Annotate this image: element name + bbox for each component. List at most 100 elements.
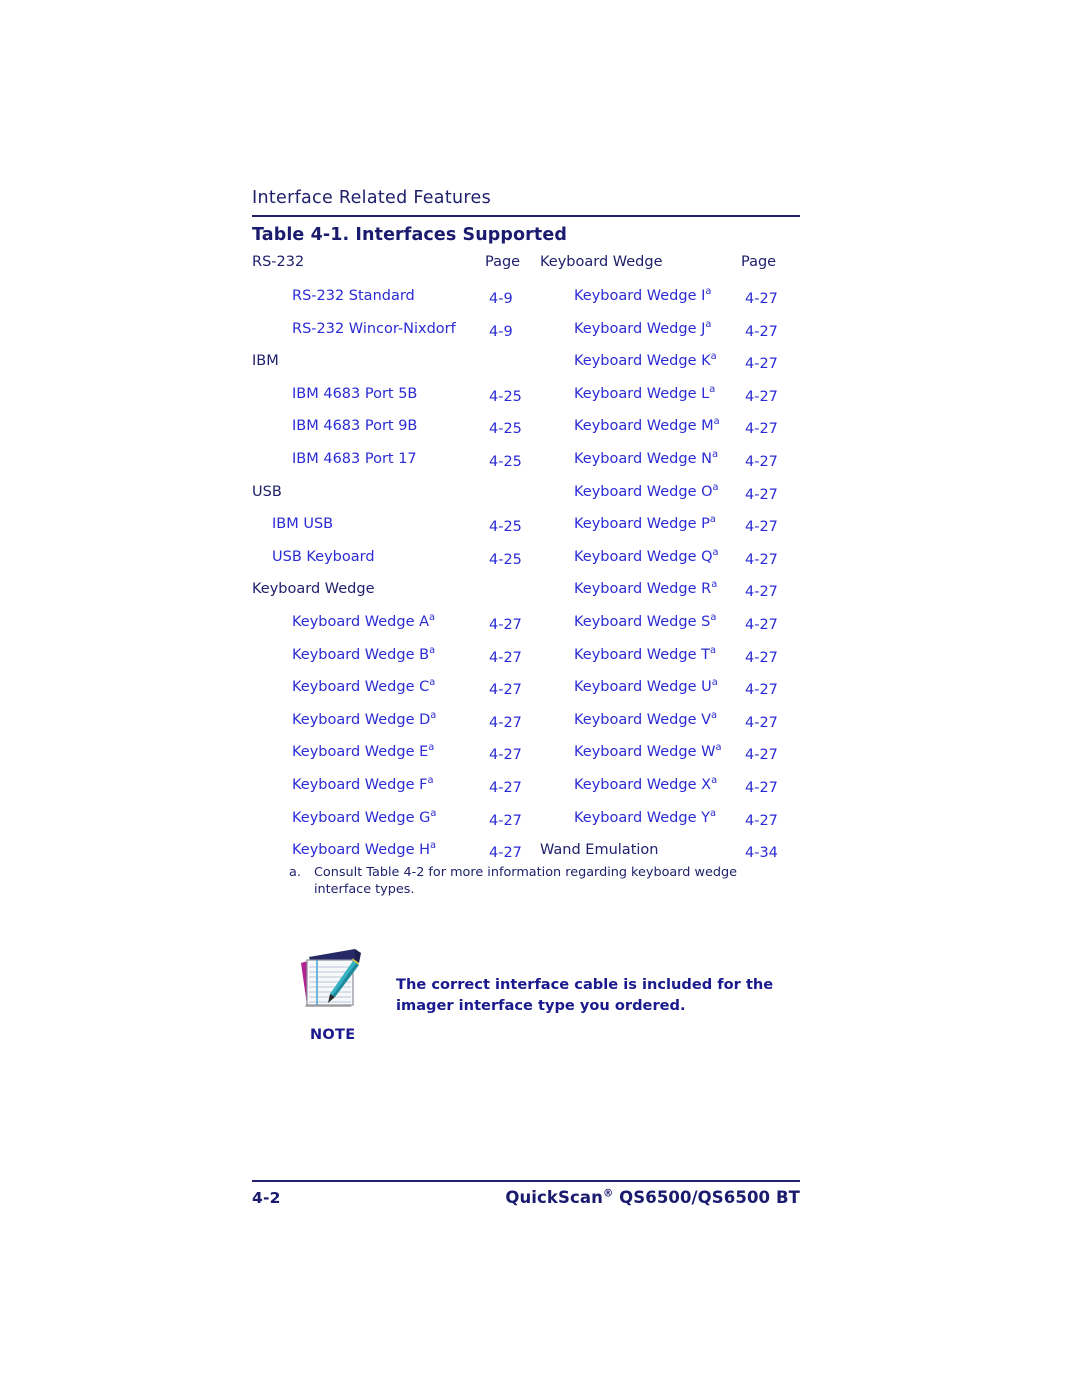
left-column-row-page[interactable]: 4-9 (489, 289, 513, 309)
footnote-reference: a (430, 840, 437, 852)
right-column-row-page[interactable]: 4-27 (745, 452, 778, 472)
right-column-row-label[interactable]: Keyboard Wedge Pa (574, 514, 716, 534)
right-column-row-label[interactable]: Keyboard Wedge Xa (574, 775, 717, 795)
right-column-row-page[interactable]: 4-27 (745, 745, 778, 765)
right-column-row-page[interactable]: 4-34 (745, 843, 778, 863)
note-block: NOTE The correct interface cable is incl… (295, 945, 795, 1060)
right-column-row-page[interactable]: 4-27 (745, 289, 778, 309)
footnote-reference: a (710, 612, 717, 624)
left-column-row-label[interactable]: Keyboard Wedge Fa (292, 775, 434, 795)
table-footnote: a. Consult Table 4-2 for more informatio… (289, 864, 789, 898)
left-column-row-label[interactable]: Keyboard Wedge Ca (292, 677, 435, 697)
left-column-row-page[interactable]: 4-27 (489, 680, 522, 700)
left-column-row-label[interactable]: Keyboard Wedge Aa (292, 612, 435, 632)
left-column-row-page[interactable]: 4-25 (489, 550, 522, 570)
document-page: Interface Related Features Table 4-1. In… (0, 0, 1080, 1397)
left-column-row-page[interactable]: 4-27 (489, 778, 522, 798)
right-column-row-label[interactable]: Keyboard Wedge Ka (574, 351, 717, 371)
right-column-row-label[interactable]: Keyboard Wedge Ya (574, 808, 716, 828)
left-column-row-label[interactable]: IBM 4683 Port 17 (292, 449, 417, 469)
footnote-reference: a (715, 742, 722, 754)
right-column-row-label[interactable]: Keyboard Wedge Ma (574, 416, 720, 436)
left-column-row-label[interactable]: Keyboard Wedge Da (292, 710, 436, 730)
footnote-text: Consult Table 4-2 for more information r… (314, 865, 737, 897)
left-column-row-page[interactable]: 4-27 (489, 745, 522, 765)
left-column-row-label[interactable]: Keyboard Wedge Ga (292, 808, 436, 828)
right-column-row-page[interactable]: 4-27 (745, 615, 778, 635)
note-text: The correct interface cable is included … (396, 976, 774, 1014)
left-column-row-page[interactable]: 4-27 (489, 713, 522, 733)
left-column-row-label[interactable]: IBM 4683 Port 9B (292, 416, 417, 436)
right-column-row-page[interactable]: 4-27 (745, 322, 778, 342)
left-column-row-label[interactable]: Keyboard Wedge Ea (292, 742, 434, 762)
right-column-header: Keyboard Wedge (540, 254, 663, 270)
left-column-row-label[interactable]: RS-232 Standard (292, 286, 415, 306)
footnote-reference: a (711, 677, 718, 689)
right-column-row-page[interactable]: 4-27 (745, 778, 778, 798)
right-column-row-label[interactable]: Keyboard Wedge Va (574, 710, 717, 730)
left-column-row-page[interactable]: 4-27 (489, 648, 522, 668)
right-column-row-label[interactable]: Keyboard Wedge Sa (574, 612, 716, 632)
right-column-row-label[interactable]: Keyboard Wedge Oa (574, 482, 719, 502)
footnote-reference: a (713, 416, 720, 428)
left-column-row-page[interactable]: 4-25 (489, 452, 522, 472)
left-column-row-label[interactable]: RS-232 Wincor-Nixdorf (292, 319, 456, 339)
right-column-row-label[interactable]: Keyboard Wedge Ua (574, 677, 718, 697)
footnote-reference: a (710, 351, 717, 363)
note-label: NOTE (310, 1027, 356, 1043)
footnote-reference: a (709, 644, 717, 656)
left-column-row-page[interactable]: 4-9 (489, 322, 513, 342)
footnote-reference: a (711, 775, 718, 787)
footnote-reference: a (711, 579, 718, 591)
left-column-row-page[interactable]: 4-25 (489, 387, 522, 407)
footnote-reference: a (430, 709, 437, 721)
left-column-row-label[interactable]: IBM 4683 Port 5B (292, 384, 417, 404)
left-column-row-label: USB (252, 483, 282, 500)
notepad-pen-icon (295, 945, 367, 1017)
footnote-marker: a. (289, 865, 301, 880)
footnote-reference: a (428, 742, 435, 754)
left-column-header: RS-232 (252, 254, 305, 270)
right-column-row-page[interactable]: 4-27 (745, 811, 778, 831)
footnote-reference: a (429, 644, 436, 656)
right-column-row-page[interactable]: 4-27 (745, 517, 778, 537)
footnote-reference: a (430, 807, 437, 819)
right-column-row-label[interactable]: Keyboard Wedge Qa (574, 547, 719, 567)
right-page-header: Page (741, 254, 777, 270)
left-column-row-page[interactable]: 4-27 (489, 615, 522, 635)
right-column-row-page[interactable]: 4-27 (745, 419, 778, 439)
footnote-reference: a (709, 514, 716, 526)
left-column-row-label[interactable]: USB Keyboard (272, 547, 375, 567)
right-column-row-label[interactable]: Keyboard Wedge Ia (574, 286, 711, 306)
footnote-reference: a (712, 546, 719, 558)
left-page-header: Page (485, 254, 521, 270)
footer-product-name: QuickScan® QS6500/QS6500 BT (505, 1188, 800, 1207)
right-column-row-page[interactable]: 4-27 (745, 354, 778, 374)
left-column-row-page[interactable]: 4-25 (489, 419, 522, 439)
left-column-row-label[interactable]: Keyboard Wedge Ba (292, 645, 435, 665)
footnote-reference: a (712, 481, 719, 493)
right-column-row-label[interactable]: Keyboard Wedge Na (574, 449, 718, 469)
left-column-row-label[interactable]: IBM USB (272, 514, 333, 534)
right-column-row-label[interactable]: Keyboard Wedge Ja (574, 319, 711, 339)
right-column-row-label[interactable]: Keyboard Wedge Ra (574, 579, 717, 599)
right-column-row-label[interactable]: Keyboard Wedge La (574, 384, 715, 404)
right-column-row-page[interactable]: 4-27 (745, 387, 778, 407)
right-column-row-page[interactable]: 4-27 (745, 582, 778, 602)
right-column-row-page[interactable]: 4-27 (745, 485, 778, 505)
footnote-reference: a (427, 775, 434, 787)
left-column-row-page[interactable]: 4-25 (489, 517, 522, 537)
right-column-row-label[interactable]: Keyboard Wedge Wa (574, 742, 722, 762)
left-column-row-label[interactable]: Keyboard Wedge Ha (292, 840, 436, 860)
footnote-reference: a (711, 709, 718, 721)
right-column-row-page[interactable]: 4-27 (745, 648, 778, 668)
footer-product-brand: QuickScan (505, 1188, 603, 1207)
footnote-reference: a (709, 807, 717, 819)
left-column-row-page[interactable]: 4-27 (489, 843, 522, 863)
right-column-row-page[interactable]: 4-27 (745, 713, 778, 733)
left-column-row-page[interactable]: 4-27 (489, 811, 522, 831)
left-column-row-label: Keyboard Wedge (252, 581, 375, 598)
right-column-row-page[interactable]: 4-27 (745, 680, 778, 700)
right-column-row-label[interactable]: Keyboard Wedge Ta (574, 645, 716, 665)
right-column-row-page[interactable]: 4-27 (745, 550, 778, 570)
